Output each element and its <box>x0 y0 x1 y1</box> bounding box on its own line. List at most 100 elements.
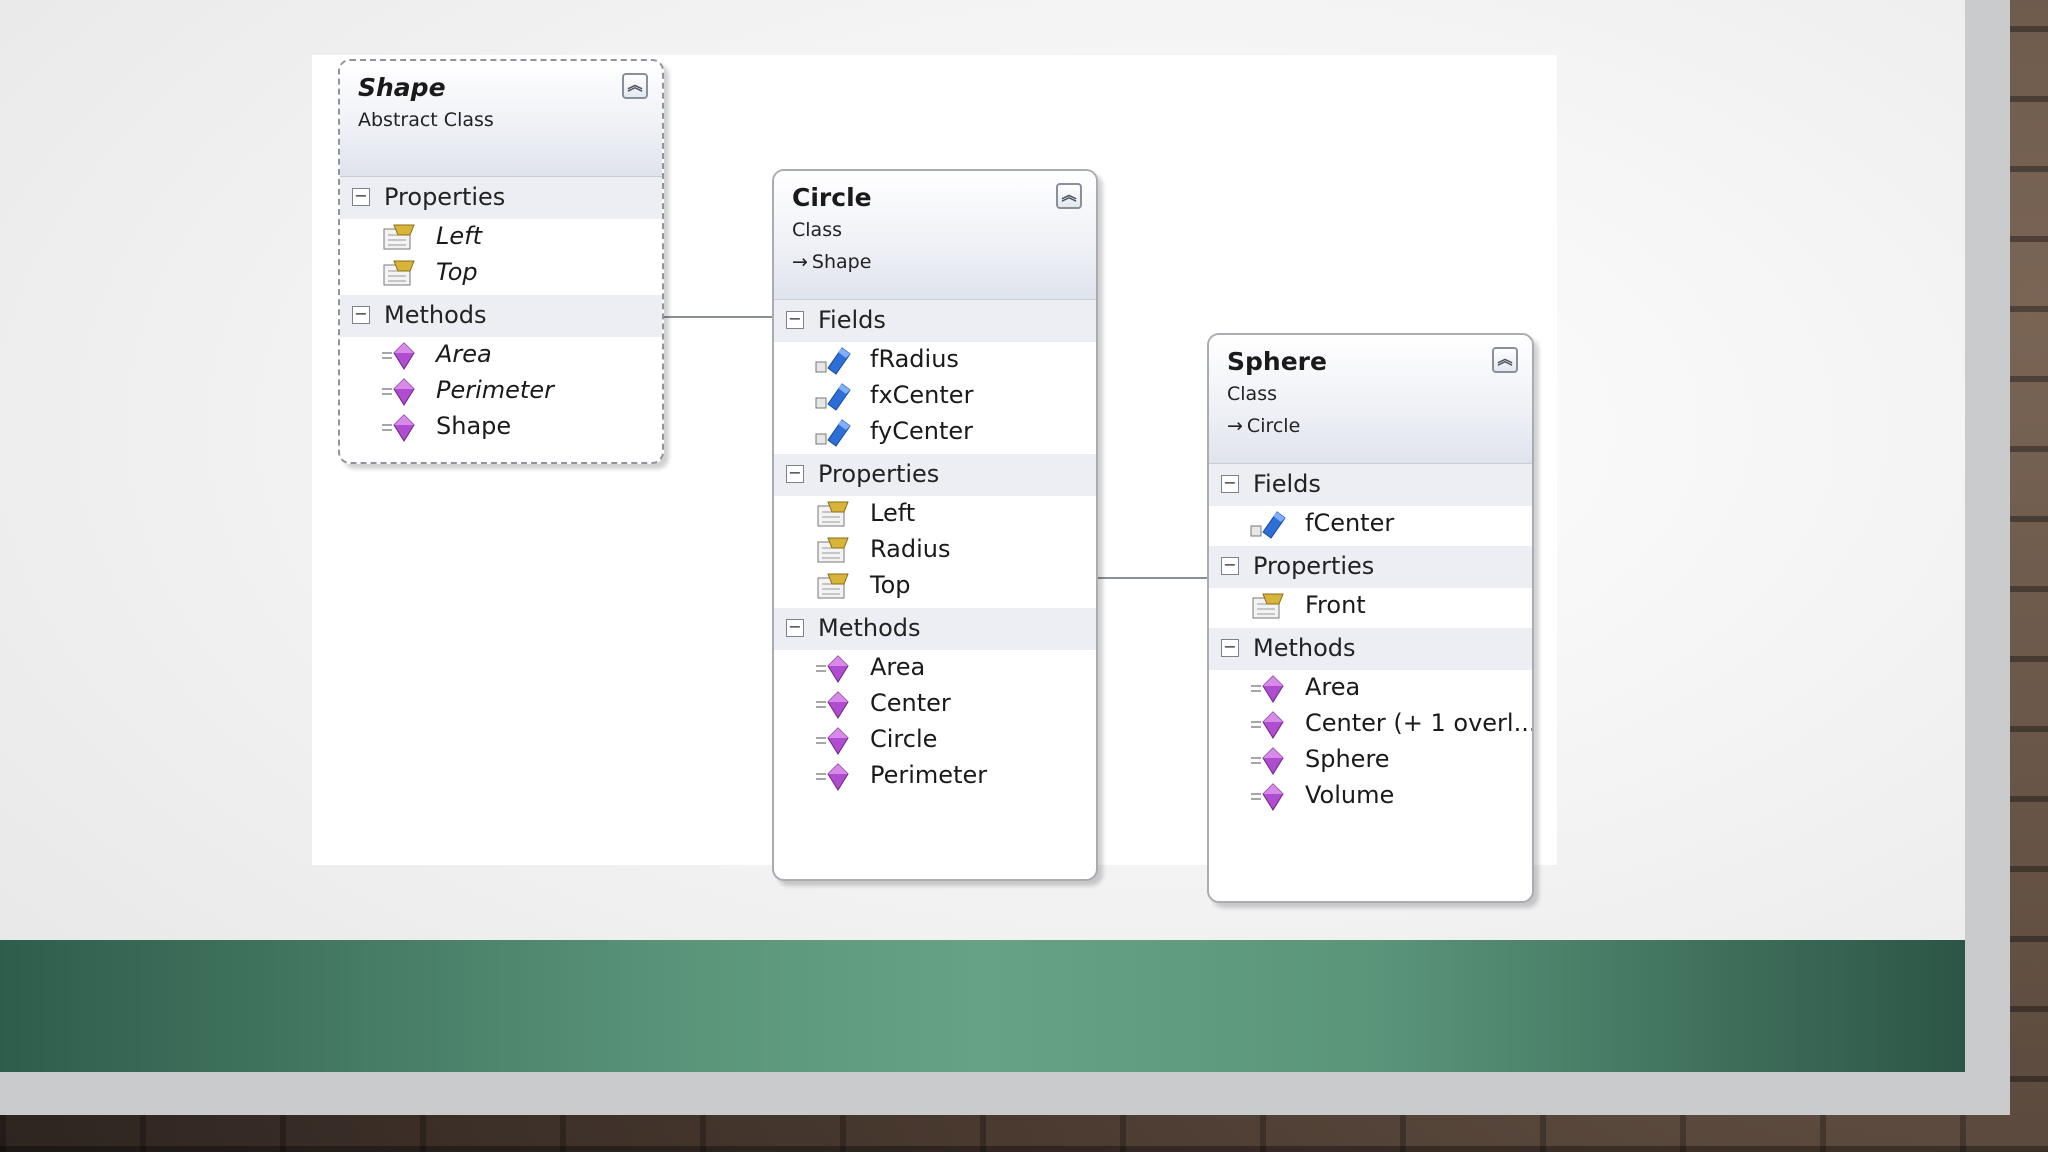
collapse-section-icon[interactable]: − <box>352 306 370 324</box>
member-row[interactable]: Front <box>1209 588 1532 624</box>
member-name: Circle <box>870 725 938 753</box>
section-label: Properties <box>1253 552 1375 580</box>
section-label: Properties <box>384 183 506 211</box>
member-row[interactable]: Area <box>340 337 662 373</box>
section-label: Fields <box>818 306 886 334</box>
member-name: Center (+ 1 overl... <box>1305 709 1534 737</box>
section-fields[interactable]: − Fields <box>1209 464 1532 506</box>
member-name: Center <box>870 689 951 717</box>
section-label: Fields <box>1253 470 1321 498</box>
member-name: Perimeter <box>436 376 554 404</box>
method-icon <box>816 691 849 719</box>
field-icon <box>815 419 851 447</box>
class-diagram-canvas: Shape Abstract Class ︽ − Properties Left… <box>312 55 1557 903</box>
member-row[interactable]: Sphere <box>1209 742 1532 778</box>
class-name: Shape <box>358 73 446 102</box>
collapse-section-icon[interactable]: − <box>1221 557 1239 575</box>
method-icon <box>382 378 415 406</box>
class-header: Shape Abstract Class ︽ <box>340 61 662 177</box>
collapse-section-icon[interactable]: − <box>352 188 370 206</box>
member-name: Top <box>436 258 478 286</box>
field-icon <box>1250 511 1286 539</box>
property-icon <box>383 224 415 250</box>
member-name: fRadius <box>870 345 959 373</box>
member-name: fyCenter <box>870 417 974 445</box>
property-icon <box>817 573 849 599</box>
section-methods[interactable]: − Methods <box>340 295 662 337</box>
slide-frame: Shape Abstract Class ︽ − Properties Left… <box>0 0 2010 1115</box>
method-icon <box>1251 711 1284 739</box>
base-class-name: Shape <box>811 251 872 273</box>
member-row[interactable]: fxCenter <box>774 378 1096 414</box>
member-row[interactable]: Top <box>774 568 1096 604</box>
section-label: Methods <box>1253 634 1356 662</box>
class-box-shape[interactable]: Shape Abstract Class ︽ − Properties Left… <box>338 59 664 464</box>
method-icon <box>816 763 849 791</box>
property-icon <box>383 260 415 286</box>
member-name: Radius <box>870 535 951 563</box>
method-icon <box>1251 783 1284 811</box>
class-box-circle[interactable]: Circle Class → Shape ︽ − Fields fRadius f… <box>772 169 1098 881</box>
class-box-sphere[interactable]: Sphere Class → Circle ︽ − Fields fCenter … <box>1207 333 1534 903</box>
section-properties[interactable]: − Properties <box>774 454 1096 496</box>
member-row[interactable]: Circle <box>774 722 1096 758</box>
method-icon <box>382 342 415 370</box>
member-row[interactable]: Area <box>774 650 1096 686</box>
member-name: Area <box>436 340 492 368</box>
member-row[interactable]: Shape <box>340 409 662 445</box>
class-kind: Class <box>792 219 842 241</box>
method-icon <box>1251 747 1284 775</box>
member-name: Area <box>1305 673 1361 701</box>
member-name: Area <box>870 653 926 681</box>
collapse-section-icon[interactable]: − <box>786 465 804 483</box>
inherits-arrow-icon: → <box>1227 415 1243 437</box>
member-row[interactable]: fyCenter <box>774 414 1096 450</box>
double-chevron-up-icon[interactable]: ︽ <box>1056 183 1082 209</box>
slide: Shape Abstract Class ︽ − Properties Left… <box>0 0 1965 1072</box>
member-row[interactable]: Left <box>774 496 1096 532</box>
class-name: Circle <box>792 183 872 212</box>
member-row[interactable]: Left <box>340 219 662 255</box>
section-label: Properties <box>818 460 940 488</box>
member-name: Left <box>436 222 482 250</box>
member-name: Volume <box>1305 781 1395 809</box>
collapse-section-icon[interactable]: − <box>1221 639 1239 657</box>
collapse-section-icon[interactable]: − <box>786 311 804 329</box>
member-name: Sphere <box>1305 745 1390 773</box>
section-methods[interactable]: − Methods <box>774 608 1096 650</box>
footer-band <box>0 940 1965 1072</box>
member-row[interactable]: Top <box>340 255 662 291</box>
member-row[interactable]: Radius <box>774 532 1096 568</box>
section-properties[interactable]: − Properties <box>1209 546 1532 588</box>
method-icon <box>816 655 849 683</box>
method-icon <box>816 727 849 755</box>
inherits-arrow-icon: → <box>792 251 808 273</box>
field-icon <box>815 347 851 375</box>
method-icon <box>382 414 415 442</box>
section-methods[interactable]: − Methods <box>1209 628 1532 670</box>
section-fields[interactable]: − Fields <box>774 300 1096 342</box>
member-row[interactable]: fCenter <box>1209 506 1532 542</box>
member-row[interactable]: Perimeter <box>340 373 662 409</box>
member-row[interactable]: Perimeter <box>774 758 1096 794</box>
collapse-section-icon[interactable]: − <box>786 619 804 637</box>
member-row[interactable]: Center <box>774 686 1096 722</box>
member-row[interactable]: fRadius <box>774 342 1096 378</box>
section-properties[interactable]: − Properties <box>340 177 662 219</box>
double-chevron-up-icon[interactable]: ︽ <box>622 73 648 99</box>
member-name: fCenter <box>1305 509 1395 537</box>
collapse-section-icon[interactable]: − <box>1221 475 1239 493</box>
member-row[interactable]: Area <box>1209 670 1532 706</box>
field-icon <box>815 383 851 411</box>
base-class: → Circle <box>1227 415 1300 437</box>
section-label: Methods <box>818 614 921 642</box>
class-kind: Class <box>1227 383 1277 405</box>
double-chevron-up-icon[interactable]: ︽ <box>1492 347 1518 373</box>
member-row[interactable]: Center (+ 1 overl... <box>1209 706 1532 742</box>
base-class: → Shape <box>792 251 871 273</box>
member-row[interactable]: Volume <box>1209 778 1532 814</box>
member-name: Shape <box>436 412 512 440</box>
member-name: Front <box>1305 591 1366 619</box>
member-name: Left <box>870 499 916 527</box>
member-name: Top <box>870 571 911 599</box>
